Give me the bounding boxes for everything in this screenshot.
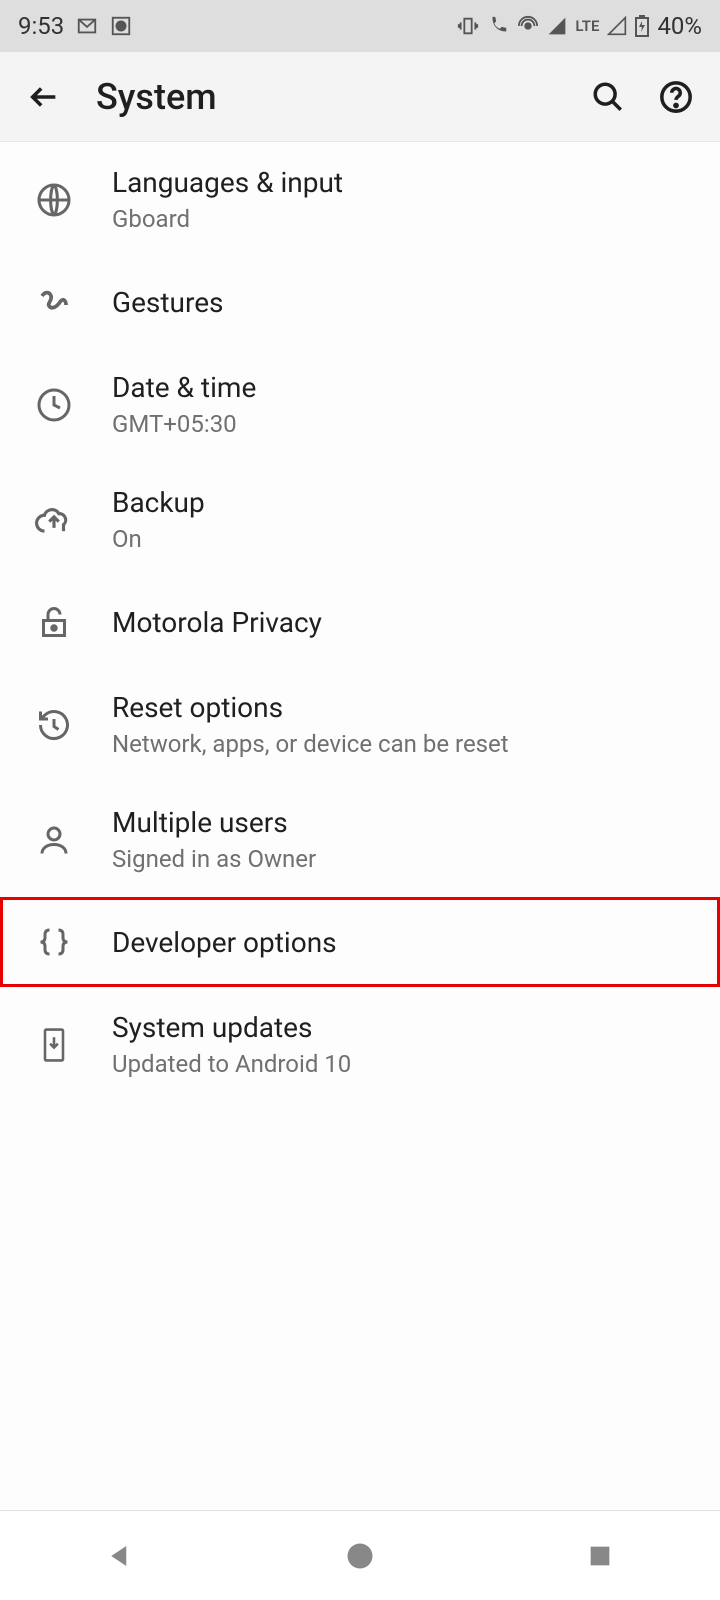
item-title: System updates [112, 1011, 351, 1044]
item-title: Multiple users [112, 806, 316, 839]
clock-icon [24, 387, 84, 423]
item-subtitle: Gboard [112, 205, 343, 233]
cloud-upload-icon [24, 501, 84, 539]
status-battery: 40% [657, 12, 702, 40]
item-subtitle: Updated to Android 10 [112, 1050, 351, 1078]
settings-item-datetime[interactable]: Date & time GMT+05:30 [0, 347, 720, 462]
item-title: Gestures [112, 286, 224, 319]
item-title: Languages & input [112, 166, 343, 199]
status-bar: 9:53 LTE 40% [0, 0, 720, 52]
braces-icon [24, 924, 84, 960]
item-title: Motorola Privacy [112, 606, 322, 639]
item-subtitle: On [112, 525, 205, 553]
settings-item-languages[interactable]: Languages & input Gboard [0, 142, 720, 257]
lock-open-icon [24, 604, 84, 640]
app-bar: System [0, 52, 720, 142]
item-title: Backup [112, 486, 205, 519]
gesture-icon [24, 284, 84, 320]
target-icon [110, 15, 132, 37]
back-button[interactable] [24, 77, 64, 117]
signal-empty-icon [607, 16, 627, 36]
wifi-call-icon [487, 15, 509, 37]
lte-label: LTE [575, 17, 599, 35]
settings-item-updates[interactable]: System updates Updated to Android 10 [0, 987, 720, 1102]
restore-icon [24, 707, 84, 743]
battery-charging-icon [635, 15, 649, 37]
item-title: Developer options [112, 926, 337, 959]
gmail-icon [76, 15, 98, 37]
item-title: Reset options [112, 691, 509, 724]
status-time: 9:53 [18, 12, 64, 40]
settings-item-developer[interactable]: Developer options [0, 897, 720, 987]
nav-back-button[interactable] [70, 1526, 170, 1586]
search-button[interactable] [588, 77, 628, 117]
nav-recent-button[interactable] [550, 1526, 650, 1586]
settings-item-multiusers[interactable]: Multiple users Signed in as Owner [0, 782, 720, 897]
item-subtitle: Signed in as Owner [112, 845, 316, 873]
globe-icon [24, 182, 84, 218]
item-subtitle: GMT+05:30 [112, 410, 256, 438]
nav-home-button[interactable] [310, 1526, 410, 1586]
page-title: System [96, 76, 217, 118]
settings-item-reset[interactable]: Reset options Network, apps, or device c… [0, 667, 720, 782]
settings-list: Languages & input Gboard Gestures Date &… [0, 142, 720, 1102]
item-title: Date & time [112, 371, 256, 404]
settings-item-privacy[interactable]: Motorola Privacy [0, 577, 720, 667]
navigation-bar [0, 1510, 720, 1600]
phone-download-icon [24, 1027, 84, 1063]
hotspot-icon [517, 15, 539, 37]
person-icon [24, 822, 84, 858]
signal-full-icon [547, 16, 567, 36]
vibrate-icon [457, 15, 479, 37]
settings-item-gestures[interactable]: Gestures [0, 257, 720, 347]
item-subtitle: Network, apps, or device can be reset [112, 730, 509, 758]
help-button[interactable] [656, 77, 696, 117]
settings-item-backup[interactable]: Backup On [0, 462, 720, 577]
